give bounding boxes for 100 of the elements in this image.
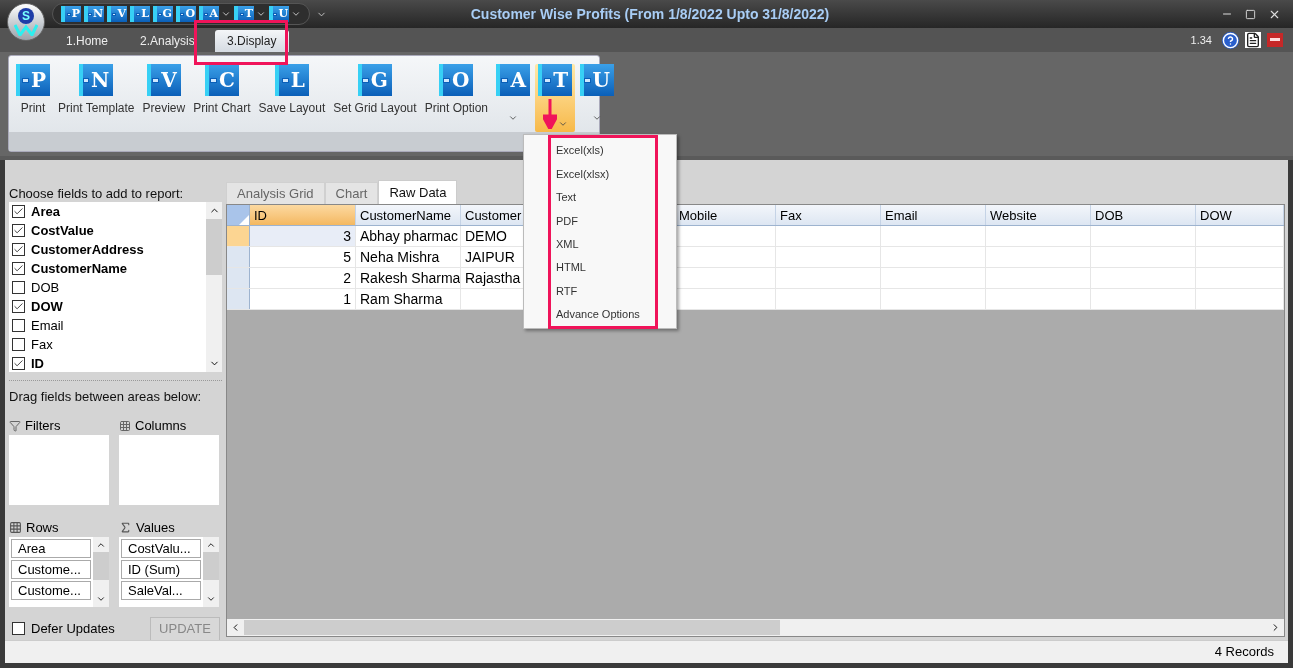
column-header[interactable]: Website (986, 205, 1091, 225)
area-label: Values (136, 518, 175, 537)
areas-title: Drag fields between areas below: (9, 388, 203, 406)
document-icon[interactable] (1245, 32, 1261, 48)
field-list-title: Choose fields to add to report: (9, 185, 185, 202)
ribbon-button[interactable]: N Print Template (55, 64, 138, 117)
menu-item[interactable]: Excel(xls) (551, 139, 609, 163)
field-checkbox-item[interactable]: CostValue (12, 221, 206, 240)
scrollbar[interactable] (93, 536, 109, 607)
table-cell: 1 (250, 289, 356, 309)
checkbox[interactable] (12, 262, 25, 275)
checkbox[interactable] (12, 205, 25, 218)
ribbon-tab[interactable]: 2.Analysis (128, 30, 207, 52)
field-checkbox-item[interactable]: DOB (12, 278, 206, 297)
ribbon-button[interactable]: P Print (13, 64, 53, 117)
column-header[interactable]: DOW (1196, 205, 1284, 225)
table-cell: 2 (250, 268, 356, 288)
caret-icon[interactable] (291, 9, 301, 19)
field-checkbox-item[interactable]: CustomerAddress (12, 240, 206, 259)
toolbar-button[interactable]: G (153, 6, 173, 22)
checkbox[interactable] (12, 300, 25, 313)
book-icon: O (439, 64, 474, 96)
checkbox[interactable] (12, 319, 25, 332)
grid-icon (119, 419, 131, 432)
ribbon-button[interactable]: T (535, 64, 575, 132)
column-header[interactable]: Email (881, 205, 986, 225)
column-header[interactable]: ID (250, 205, 356, 225)
book-icon: L (274, 64, 309, 96)
maximize-icon[interactable] (1245, 8, 1256, 20)
area-label: Rows (26, 518, 59, 537)
book-icon: C (204, 64, 239, 96)
area-label: Columns (135, 416, 187, 435)
area-field-item[interactable]: CostValu... (121, 538, 201, 558)
book-icon: V (146, 64, 181, 96)
sigma-icon (119, 521, 132, 534)
column-header[interactable]: CustomerName (356, 205, 461, 225)
checkbox[interactable] (12, 357, 25, 370)
ribbon-button[interactable]: C Print Chart (190, 64, 254, 117)
table-cell: Rakesh Sharma (356, 268, 461, 288)
area-field-item[interactable]: ID (Sum) (121, 559, 201, 579)
book-icon: P (16, 64, 50, 96)
menu-item[interactable]: Text (551, 185, 582, 210)
area-label: Filters (25, 416, 61, 435)
scrollbar[interactable] (203, 536, 219, 607)
menu-item[interactable]: Excel(xlsx) (551, 162, 615, 186)
app-logo[interactable]: S (7, 3, 45, 41)
version-label: 1.34 (1190, 32, 1212, 48)
area-field-item[interactable]: Custome... (11, 559, 91, 579)
field-checkbox-item[interactable]: CustomerName (12, 259, 206, 278)
toolbar-button[interactable]: P (61, 6, 81, 22)
area-field-item[interactable]: Area (11, 538, 91, 558)
area-field-item[interactable]: SaleVal... (121, 580, 201, 600)
caret-icon[interactable] (256, 9, 266, 19)
annotation-arrow (542, 99, 557, 129)
ribbon-button[interactable]: L Save Layout (255, 64, 329, 117)
toolbar-button[interactable]: O (176, 6, 196, 22)
field-checkbox-item[interactable]: Email (12, 316, 206, 335)
table-cell: Neha Mishra (356, 247, 461, 267)
filter-icon (9, 419, 21, 432)
table-cell: Ram Sharma (356, 289, 461, 309)
caret-icon[interactable] (221, 9, 231, 19)
help-icon[interactable] (1222, 31, 1239, 49)
horizontal-scrollbar[interactable] (227, 619, 1284, 636)
scrollbar[interactable] (206, 202, 222, 372)
checkbox[interactable] (12, 224, 25, 237)
field-checkbox-item[interactable]: ID (12, 354, 206, 373)
book-icon: N (79, 64, 114, 96)
ribbon-button[interactable]: U (577, 64, 617, 132)
defer-updates-checkbox[interactable]: Defer Updates (12, 618, 115, 639)
ribbon-tab[interactable]: 3.Display (214, 30, 289, 52)
book-icon: T (538, 64, 572, 96)
grid-icon (9, 521, 22, 534)
corner-triangle-icon (239, 215, 249, 225)
record-count: 4 Records (1214, 643, 1274, 662)
ribbon-button[interactable]: O Print Option (421, 64, 491, 117)
area-field-item[interactable]: Custome... (11, 580, 91, 600)
toolbar-button[interactable]: L (130, 6, 150, 22)
ribbon-tab[interactable]: 1.Home (54, 30, 121, 52)
column-header[interactable]: DOB (1091, 205, 1196, 225)
view-tab[interactable]: Chart (324, 182, 379, 204)
checkbox[interactable] (12, 338, 25, 351)
column-header[interactable]: Fax (776, 205, 881, 225)
menu-item[interactable]: Advance Options (551, 302, 645, 326)
book-icon: G (357, 64, 392, 96)
toolbar-button[interactable]: N (84, 6, 104, 22)
ribbon-button[interactable]: G Set Grid Layout (330, 64, 420, 117)
field-checkbox-item[interactable]: Area (12, 202, 206, 221)
ribbon-button[interactable]: V Preview (139, 64, 189, 117)
view-tab[interactable]: Analysis Grid (226, 182, 325, 204)
table-cell: 5 (250, 247, 356, 267)
view-tab[interactable]: Raw Data (378, 180, 458, 204)
toolbar-button[interactable]: V (107, 6, 127, 22)
table-cell: 3 (250, 226, 356, 246)
ribbon-button[interactable]: A (493, 64, 533, 132)
exit-icon[interactable] (1267, 32, 1283, 48)
checkbox[interactable] (12, 281, 25, 294)
field-checkbox-item[interactable]: DOW (12, 297, 206, 316)
window-title: Customer Wise Profits (From 1/8/2022 Upto 31/8/2022) (469, 4, 831, 24)
checkbox[interactable] (12, 243, 25, 256)
field-checkbox-item[interactable]: Fax (12, 335, 206, 354)
